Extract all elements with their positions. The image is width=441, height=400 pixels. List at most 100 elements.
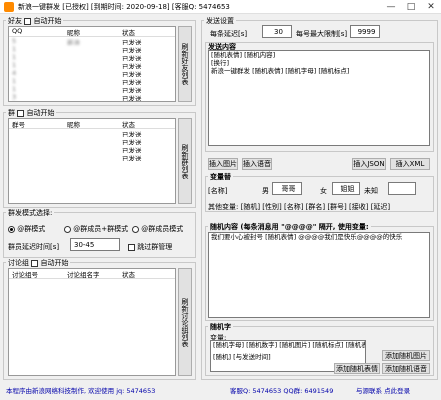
friends-legend-text: 好友 — [8, 17, 22, 25]
table-row[interactable]: 5 新浪 已发送 — [9, 37, 175, 45]
col-group-nickname[interactable]: 昵称 — [64, 119, 119, 129]
add-random-emoji-button[interactable]: 添加随机表情 — [334, 363, 380, 374]
table-cell: 已发送 — [122, 63, 142, 69]
status-bar: 本程序由新浪网络科技制作, 欢迎使用 jq: 5474653 客服Q: 5474… — [0, 381, 441, 400]
table-cell — [64, 145, 119, 153]
table-cell: 5 — [12, 37, 17, 45]
table-cell — [9, 129, 64, 137]
table-row[interactable]: 已发送 — [9, 137, 175, 145]
mode-radio-1[interactable] — [64, 225, 71, 233]
mode-option-2-label: @群成员模式 — [141, 225, 184, 233]
content-line-2: [换行] — [211, 59, 230, 67]
unknown-value-input[interactable] — [388, 182, 416, 195]
table-row[interactable]: 1 已发送 — [9, 101, 175, 102]
random-textarea[interactable]: 我们要小心被封号 [随机表情] @@@@我们是快乐@@@@的快乐 — [208, 232, 430, 318]
add-random-voice-button[interactable]: 添加随机语音 — [382, 363, 430, 374]
col-discuss-name[interactable]: 讨论组名字 — [64, 269, 119, 279]
insert-json-button[interactable]: 插入JSON — [352, 158, 386, 170]
discuss-list[interactable]: 讨论组号 讨论组名字 状态 — [8, 268, 176, 376]
groups-list[interactable]: 群号 昵称 状态 已发送 已发送 已发送 已发送 — [8, 118, 176, 204]
other-vars-text: 其他变量: [随机] [性别] [名称] [群名] [群号] [接收] [延迟] — [208, 203, 391, 211]
refresh-discuss-button[interactable]: 刷新讨论组列表 — [178, 268, 192, 376]
table-cell: 已发送 — [119, 101, 174, 102]
female-value-input[interactable]: 姐姐 — [332, 182, 360, 195]
content-textarea[interactable]: [随机表情] [随机内容] [换行] 新浪一键群发 [随机表情] [随机字母] … — [208, 50, 430, 146]
table-cell: 1 — [12, 61, 17, 69]
random-chars-line2: [随机] [与发送时间] — [213, 353, 271, 361]
friends-auto-checkbox[interactable] — [24, 17, 32, 25]
add-random-image-button[interactable]: 添加随机图片 — [382, 350, 430, 361]
random-title: 随机内容 (每条消息用 "@@@@" 隔开, 使用变量: — [208, 222, 371, 232]
col-discuss-status[interactable]: 状态 — [119, 269, 174, 279]
mode-radio-2[interactable] — [132, 225, 139, 233]
table-cell — [64, 69, 119, 77]
table-cell — [64, 93, 119, 101]
skip-admin-checkbox[interactable] — [128, 243, 135, 251]
status-left-link[interactable]: 本程序由新浪网络科技制作, 欢迎使用 jq: 5474653 — [6, 385, 155, 395]
table-cell — [64, 61, 119, 69]
insert-voice-button[interactable]: 插入语音 — [242, 158, 272, 170]
status-right-link[interactable]: 与源联系 点此登录 — [356, 385, 410, 395]
friends-legend: 好友 自动开始 — [6, 16, 64, 26]
table-row[interactable]: 4 已发送 — [9, 69, 175, 77]
variables-title: 变量替 — [208, 172, 233, 182]
per-delay-input[interactable]: 30 — [262, 25, 292, 38]
male-value-input[interactable]: 哥哥 — [272, 182, 302, 195]
minimize-button[interactable]: — — [381, 0, 401, 14]
table-row[interactable]: 1 已发送 — [9, 77, 175, 85]
mode-option-2[interactable]: @群成员模式 — [132, 224, 183, 234]
member-delay-input[interactable]: 30-45 — [70, 238, 120, 251]
table-cell: 已发送 — [122, 47, 142, 53]
table-row[interactable]: 已发送 — [9, 153, 175, 161]
refresh-friends-button[interactable]: 刷新好友列表 — [178, 26, 192, 102]
friends-list-header: QQ 昵称 状态 — [9, 27, 175, 37]
status-middle: 客服Q: 5474653 QQ群: 6491549 — [230, 387, 334, 395]
max-limit-label: 每号最大限制[s] — [296, 30, 348, 38]
maximize-button[interactable]: □ — [401, 0, 421, 14]
friends-auto-label: 自动开始 — [33, 17, 62, 25]
discuss-legend: 讨论组 自动开始 — [6, 258, 71, 268]
discuss-auto-checkbox[interactable] — [31, 259, 39, 267]
table-row[interactable]: 1 已发送 — [9, 45, 175, 53]
content-line-1: [随机表情] [随机内容] — [211, 51, 276, 59]
table-row[interactable]: 已发送 — [9, 145, 175, 153]
table-cell: 3 — [12, 93, 17, 101]
table-cell: 已发送 — [122, 131, 142, 137]
col-nickname[interactable]: 昵称 — [64, 27, 119, 37]
col-status[interactable]: 状态 — [119, 27, 174, 37]
table-row[interactable]: 3 已发送 — [9, 93, 175, 101]
insert-xml-button[interactable]: 插入XML — [390, 158, 430, 170]
name-var-label: [名称] — [208, 187, 228, 195]
member-delay-label: 群员延迟时间[s] — [8, 243, 60, 251]
table-cell: 已发送 — [122, 79, 142, 85]
insert-image-button[interactable]: 插入图片 — [208, 158, 238, 170]
close-button[interactable]: ✕ — [421, 0, 441, 14]
skip-admin-option[interactable]: 跳过群管理 — [128, 242, 172, 252]
table-row[interactable]: 1 已发送 — [9, 61, 175, 69]
random-chars-line1: [随机字母] [随机数字] [随机图片] [随机标点] [随机表情] — [213, 341, 366, 349]
table-cell — [64, 77, 119, 85]
col-qq[interactable]: QQ — [9, 27, 64, 36]
groups-auto-label: 自动开始 — [26, 109, 55, 117]
random-chars-title: 随机字 — [208, 322, 233, 332]
friends-list[interactable]: QQ 昵称 状态 5 新浪 已发送 1 已发送 1 已发送 1 已发送 4 已发送 1 已发送 1 已发送 3… — [8, 26, 176, 102]
table-cell: 已发送 — [122, 71, 142, 77]
refresh-groups-button[interactable]: 刷新群列表 — [178, 118, 192, 204]
col-group-id[interactable]: 群号 — [9, 119, 64, 129]
mode-option-0[interactable]: @群模式 — [8, 224, 45, 234]
mode-radio-0[interactable] — [8, 225, 15, 233]
table-cell: 新浪 — [67, 39, 80, 45]
table-row[interactable]: 已发送 — [9, 129, 175, 137]
col-discuss-id[interactable]: 讨论组号 — [9, 269, 64, 279]
content-line-3: 新浪一键群发 [随机表情] [随机字母] [随机标点] — [211, 67, 350, 75]
table-row[interactable]: 1 已发送 — [9, 85, 175, 93]
groups-auto-checkbox[interactable] — [17, 109, 25, 117]
table-cell — [64, 53, 119, 61]
table-row[interactable]: 1 已发送 — [9, 53, 175, 61]
groups-list-header: 群号 昵称 状态 — [9, 119, 175, 129]
col-group-status[interactable]: 状态 — [119, 119, 174, 129]
table-cell — [64, 85, 119, 93]
groups-legend: 群 自动开始 — [6, 108, 57, 118]
max-limit-input[interactable]: 9999 — [350, 25, 380, 38]
mode-option-1[interactable]: @群成员+群模式 — [64, 224, 128, 234]
